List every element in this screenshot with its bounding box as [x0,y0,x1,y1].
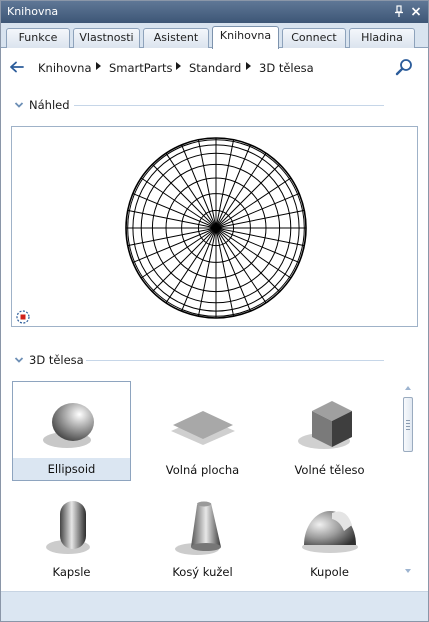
ellipsoid-icon [37,390,109,456]
preview-section-label: Náhled [29,98,70,112]
grip-line [406,420,410,421]
breadcrumb-item-smartparts[interactable]: SmartParts [109,61,172,75]
back-arrow-icon[interactable] [8,58,26,76]
sphere-wireframe-preview [125,137,307,319]
scroll-up-arrow-icon[interactable] [405,386,411,390]
tab-funkce[interactable]: Funkce [6,28,70,48]
section-divider [74,105,384,106]
tab-label: Vlastnosti [79,31,134,44]
tab-label: Hladina [361,31,403,44]
library-item-kapsle[interactable]: Kapsle [12,483,131,583]
grip-line [406,426,410,427]
capsule-icon [36,491,108,557]
grip-line [406,423,410,424]
scroll-down-arrow-icon[interactable] [405,569,411,573]
tab-connect[interactable]: Connect [282,28,346,48]
items-section-label: 3D tělesa [29,353,84,367]
library-item-ellipsoid[interactable]: Ellipsoid [12,381,131,481]
dome-icon [294,491,366,557]
breadcrumb: Knihovna SmartParts Standard 3D tělesa [1,49,428,87]
tab-label: Asistent [153,31,199,44]
preview-section-header[interactable]: Náhled [14,97,414,113]
grip-line [406,429,410,430]
breadcrumb-item-3d-telesa[interactable]: 3D tělesa [259,61,314,75]
tab-label: Funkce [18,31,58,44]
tab-vlastnosti[interactable]: Vlastnosti [73,28,140,48]
close-icon[interactable] [408,3,424,20]
items-scrollbar[interactable] [400,382,416,577]
library-item-label: Kapsle [52,565,91,579]
tab-knihovna[interactable]: Knihovna [212,26,279,49]
library-items-grid: Ellipsoid Volná plocha Volné těleso Kaps… [11,379,391,585]
tab-label: Knihovna [219,29,272,42]
tab-hladina[interactable]: Hladina [349,28,415,48]
tab-strip: Funkce Vlastnosti Asistent Knihovna Conn… [1,23,428,49]
library-item-volne-teleso[interactable]: Volné těleso [270,381,389,481]
free-solid-icon [294,389,366,455]
preview-area [11,126,418,327]
items-section-header[interactable]: 3D tělesa [14,352,414,368]
free-surface-icon [167,389,239,455]
chevron-down-icon[interactable] [14,355,24,365]
library-item-kosy-kuzel[interactable]: Kosý kužel [143,483,262,583]
tab-label: Connect [291,31,337,44]
view-origin-icon[interactable] [15,309,31,325]
section-divider [86,360,384,361]
breadcrumb-item-knihovna[interactable]: Knihovna [38,61,92,75]
library-item-volna-plocha[interactable]: Volná plocha [143,381,262,481]
status-bar [1,591,428,621]
breadcrumb-item-standard[interactable]: Standard [189,61,241,75]
panel-titlebar[interactable]: Knihovna [1,1,428,23]
search-icon[interactable] [394,57,414,77]
chevron-down-icon[interactable] [14,100,24,110]
breadcrumb-separator-icon[interactable] [96,62,101,70]
library-item-label: Volná plocha [165,463,240,477]
tab-asistent[interactable]: Asistent [143,28,209,48]
breadcrumb-separator-icon[interactable] [176,62,181,70]
library-item-kupole[interactable]: Kupole [270,483,389,583]
oblique-cone-icon [167,491,239,557]
library-item-label: Kupole [310,565,349,579]
library-item-label: Kosý kužel [172,565,233,579]
pin-icon[interactable] [391,3,407,20]
scrollbar-thumb[interactable] [403,397,413,452]
panel-title: Knihovna [7,5,59,18]
breadcrumb-separator-icon[interactable] [246,62,251,70]
library-item-label: Ellipsoid [13,458,130,480]
library-item-label: Volné těleso [294,463,365,477]
library-panel: Knihovna Funkce Vlastnosti Asistent Knih… [0,0,429,622]
